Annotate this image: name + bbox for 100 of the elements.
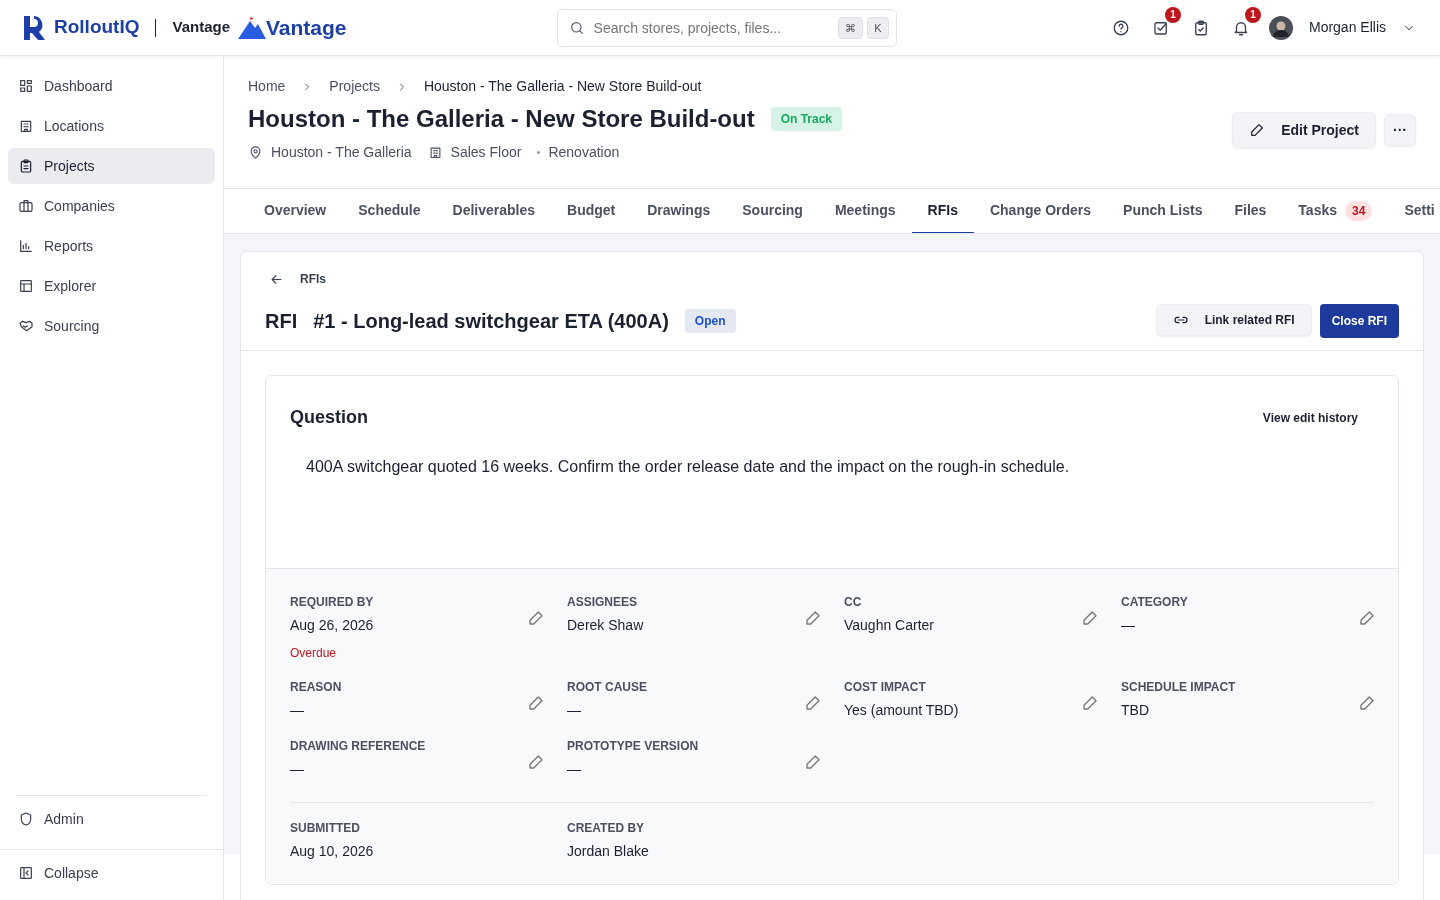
field-label: DRAWING REFERENCE: [290, 738, 427, 755]
edit-button[interactable]: [1358, 694, 1376, 712]
building-icon: [427, 144, 443, 160]
breadcrumb-link[interactable]: Projects: [329, 76, 380, 97]
history-link[interactable]: View edit history: [1262, 408, 1358, 427]
back-link[interactable]: RFIs: [269, 270, 326, 288]
product-name: Vantage: [172, 17, 230, 38]
sidebar-item[interactable]: Companies: [8, 188, 215, 224]
tab[interactable]: Tasks 34: [1282, 189, 1389, 233]
bullet-dot: [537, 150, 541, 154]
pencil-icon: [804, 753, 822, 771]
pencil-icon: [1081, 609, 1099, 627]
pencil-icon: [527, 609, 545, 627]
sidebar-item[interactable]: Dashboard: [8, 68, 215, 104]
status-pill: Open: [684, 309, 736, 333]
status-pill: On Track: [770, 107, 843, 132]
logo-text: RolloutIQ: [54, 15, 140, 40]
bar-chart-icon: [18, 238, 34, 254]
pencil-icon: [1081, 694, 1099, 712]
edit-button[interactable]: [804, 694, 822, 712]
field-value: —: [1121, 616, 1136, 635]
tab[interactable]: Deliverables: [436, 189, 551, 233]
field-label: REASON: [290, 679, 343, 696]
pencil-icon: [527, 694, 545, 712]
tab[interactable]: Setti: [1388, 189, 1440, 233]
avatar: [1268, 15, 1293, 40]
field-value: —: [567, 701, 582, 720]
edit-button[interactable]: [527, 753, 545, 771]
edit-button[interactable]: [1081, 694, 1099, 712]
field-label: REQUIRED BY: [290, 594, 375, 611]
more-button[interactable]: ···: [1384, 114, 1416, 146]
sidebar-item[interactable]: Collapse: [8, 855, 215, 891]
location-text: Houston - The Galleria: [271, 142, 412, 162]
edit-button[interactable]: [1358, 609, 1376, 627]
rfi-title: #1 - Long-lead switchgear ETA (400A): [313, 309, 669, 334]
tab[interactable]: Meetings: [818, 189, 912, 233]
shield-icon: [18, 811, 34, 827]
sidebar-item[interactable]: Admin: [8, 801, 207, 837]
field-value: Jordan Blake: [567, 842, 650, 861]
type-text: Renovation: [548, 142, 620, 162]
handshake-icon: [18, 318, 34, 334]
field-value: TBD: [1121, 701, 1150, 720]
area-text: Sales Floor: [450, 142, 522, 162]
rfi-prefix: RFI: [265, 309, 298, 334]
field-label: ROOT CAUSE: [567, 679, 648, 696]
keyboard-key: K: [867, 16, 889, 39]
clipboard-icon: [18, 158, 34, 174]
field-value: —: [290, 760, 305, 779]
search-icon: [568, 19, 585, 36]
tab[interactable]: Punch Lists: [1107, 189, 1219, 233]
count-badge: 34: [1345, 200, 1373, 221]
field-value: Vaughn Carter: [844, 616, 935, 635]
breadcrumb-link[interactable]: Houston - The Galleria - New Store Build-out: [423, 76, 702, 97]
field-value: Derek Shaw: [567, 616, 645, 635]
edit-button[interactable]: [527, 694, 545, 712]
field-value: Aug 26, 2026: [290, 616, 375, 635]
collapse-icon: [18, 865, 34, 881]
field-label: CREATED BY: [567, 820, 646, 837]
logo-icon: [24, 15, 46, 40]
sidebar-item[interactable]: Explorer: [8, 268, 215, 304]
edit-button[interactable]: [804, 753, 822, 771]
tab[interactable]: Change Orders: [973, 189, 1108, 233]
briefcase-icon: [18, 198, 34, 214]
breadcrumb-link[interactable]: Home: [248, 76, 286, 97]
field-label: ASSIGNEES: [567, 594, 639, 611]
tab[interactable]: Schedule: [342, 189, 437, 233]
field-value: —: [567, 760, 582, 779]
pencil-icon: [1249, 122, 1266, 138]
tab[interactable]: Overview: [248, 189, 343, 233]
pencil-icon: [527, 753, 545, 771]
sidebar-item[interactable]: Locations: [8, 108, 215, 144]
field-label: CC: [844, 594, 863, 611]
edit-button[interactable]: [527, 609, 545, 627]
location-pin-icon: [248, 144, 263, 160]
field-label: SUBMITTED: [290, 820, 361, 837]
sidebar-item[interactable]: Reports: [8, 228, 215, 264]
tab[interactable]: Drawings: [631, 189, 727, 233]
user-name[interactable]: Morgan Ellis: [1308, 17, 1386, 38]
edit-project-button[interactable]: Edit Project: [1232, 112, 1376, 148]
pencil-icon: [1358, 609, 1376, 627]
link-related-button[interactable]: Link related RFI: [1155, 304, 1312, 336]
overdue-note: Overdue: [290, 645, 338, 662]
field-label: CATEGORY: [1121, 594, 1189, 611]
close-rfi-button[interactable]: Close RFI: [1319, 304, 1399, 338]
sidebar-item[interactable]: Sourcing: [8, 308, 215, 344]
notification-badge: 1: [1164, 6, 1181, 23]
edit-button[interactable]: [804, 609, 822, 627]
section-heading: Question: [290, 406, 368, 429]
field-value: Yes (amount TBD): [844, 701, 960, 720]
product-logo-text: Vantage: [266, 14, 347, 41]
question-text: 400A switchgear quoted 16 weeks. Confirm the order release date and the impact on the rough-in schedule.: [306, 457, 1071, 477]
edit-button[interactable]: [1081, 609, 1099, 627]
field-label: PROTOTYPE VERSION: [567, 738, 700, 755]
pencil-icon: [804, 694, 822, 712]
field-value: —: [290, 701, 305, 720]
tab[interactable]: Sourcing: [726, 189, 819, 233]
tab[interactable]: Files: [1218, 189, 1283, 233]
tab[interactable]: Budget: [551, 189, 632, 233]
table-icon: [18, 278, 34, 294]
sidebar-item[interactable]: Projects: [8, 148, 215, 184]
